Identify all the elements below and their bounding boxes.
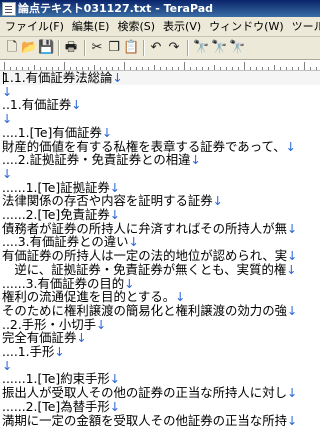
return-mark-icon: ↓ (71, 97, 82, 113)
print-icon[interactable]: 🖶 (63, 40, 79, 56)
ruler-tick (298, 67, 299, 70)
ruler-tick (142, 67, 143, 70)
toolbar: 🗋 📂 💾 🖶 ✂ ❐ 📋 ↶ ↷ 🔭 🔭 🔭 (0, 37, 320, 60)
ruler-tick (178, 67, 179, 70)
return-mark-icon: ↓ (76, 330, 87, 346)
return-mark-icon: ↓ (212, 193, 224, 209)
ruler-tick (316, 67, 317, 70)
return-mark-icon: ↓ (286, 261, 297, 277)
text-editor[interactable]: 1.1.有価証券法総論↓ ↓ ..1.有価証券↓ ↓ ....1.[Te]有価証券↓ 財産… (0, 71, 320, 427)
ruler-tick (304, 62, 305, 70)
ruler-tick (52, 67, 53, 70)
ruler-tick (100, 67, 101, 70)
ruler-tick (250, 67, 251, 70)
paste-icon[interactable]: 📋 (123, 40, 139, 56)
ruler-tick (292, 67, 293, 70)
ruler-tick (244, 62, 245, 70)
menu-edit[interactable]: 編集(E) (69, 17, 113, 36)
ruler-tick (172, 67, 173, 70)
editor-line: 満期に一定の金額を受取人その他証券の正当な所持↓ (2, 412, 298, 427)
ruler-tick (40, 67, 41, 70)
ruler-tick (70, 67, 71, 70)
ruler-tick (274, 65, 275, 70)
ruler-tick (124, 62, 125, 70)
ruler-tick (136, 67, 137, 70)
terapad-app-icon[interactable] (2, 2, 16, 16)
return-mark-icon: ↓ (190, 152, 201, 168)
ruler-tick (226, 67, 227, 70)
ruler-tick (238, 67, 239, 70)
ruler-tick (196, 67, 197, 70)
return-mark-icon: ↓ (286, 302, 298, 318)
title-bar: 論点テキスト031127.txt - TeraPad (0, 0, 320, 17)
ruler-tick (208, 67, 209, 70)
ruler-tick (262, 67, 263, 70)
menu-view[interactable]: 表示(V) (160, 17, 204, 36)
cut-icon[interactable]: ✂ (89, 40, 105, 56)
ruler-tick (160, 67, 161, 70)
copy-icon[interactable]: ❐ (106, 40, 122, 56)
ruler-tick (94, 65, 95, 70)
ruler-tick (88, 67, 89, 70)
return-mark-icon: ↓ (286, 385, 298, 401)
line-text: 満期に一定の金額を受取人その他証券の正当な所持 (2, 412, 287, 427)
open-folder-icon[interactable]: 📂 (21, 40, 37, 56)
ruler-tick (214, 65, 215, 70)
return-mark-icon: ↓ (112, 71, 123, 85)
return-mark-icon: ↓ (286, 412, 298, 427)
undo-icon[interactable]: ↶ (148, 40, 164, 56)
ruler-tick (64, 62, 65, 70)
ruler-tick (130, 67, 131, 70)
menu-file[interactable]: ファイル(F) (2, 17, 67, 36)
editor-line: ..1.有価証券↓ (2, 98, 82, 112)
menu-tools[interactable]: ツール(T) (289, 17, 320, 36)
ruler-tick (280, 67, 281, 70)
find-prev-icon[interactable]: 🔭 (229, 40, 245, 56)
ruler-tick (34, 65, 35, 70)
menu-bar: ファイル(F)編集(E)検索(S)表示(V)ウィンドウ(W)ツール(T) (0, 17, 320, 37)
ruler-tick (16, 67, 17, 70)
ruler-tick (286, 67, 287, 70)
ruler-tick (190, 67, 191, 70)
ruler-tick (232, 67, 233, 70)
ruler-tick (154, 65, 155, 70)
ruler-tick (76, 67, 77, 70)
ruler-tick (58, 67, 59, 70)
ruler-tick (166, 67, 167, 70)
return-mark-icon: ↓ (285, 138, 297, 154)
ruler-tick (310, 67, 311, 70)
ruler-tick (118, 67, 119, 70)
ruler-tick (82, 67, 83, 70)
ruler-tick (106, 67, 107, 70)
ruler-tick (46, 67, 47, 70)
return-mark-icon: ↓ (96, 316, 107, 332)
ruler-tick (268, 67, 269, 70)
find-icon[interactable]: 🔭 (193, 40, 209, 56)
find-next-icon[interactable]: 🔭 (211, 40, 227, 56)
ruler-tick (220, 67, 221, 70)
editor-line: 1.1.有価証券法総論↓ (2, 71, 123, 85)
return-mark-icon: ↓ (54, 344, 65, 359)
ruler-tick (112, 67, 113, 70)
line-text: ....2.証拠証券・免責証券との相違 (2, 152, 191, 168)
menu-search[interactable]: 検索(S) (114, 17, 158, 36)
editor-line: ....2.証拠証券・免責証券との相違↓ (2, 153, 201, 167)
column-ruler (0, 60, 320, 71)
new-file-icon[interactable]: 🗋 (4, 40, 20, 56)
redo-icon[interactable]: ↷ (166, 40, 182, 56)
window-title: 論点テキスト031127.txt - TeraPad (18, 2, 214, 15)
ruler-tick (256, 67, 257, 70)
save-icon[interactable]: 💾 (38, 40, 54, 56)
menu-window[interactable]: ウィンドウ(W) (206, 17, 286, 36)
ruler-tick (28, 67, 29, 70)
ruler-tick (22, 67, 23, 70)
line-text: 1.1.有価証券法総論 (2, 71, 113, 85)
return-mark-icon: ↓ (286, 220, 298, 236)
ruler-tick (10, 67, 11, 70)
ruler-tick (4, 62, 5, 70)
ruler-tick (148, 67, 149, 70)
ruler-tick (202, 67, 203, 70)
ruler-tick (184, 62, 185, 70)
